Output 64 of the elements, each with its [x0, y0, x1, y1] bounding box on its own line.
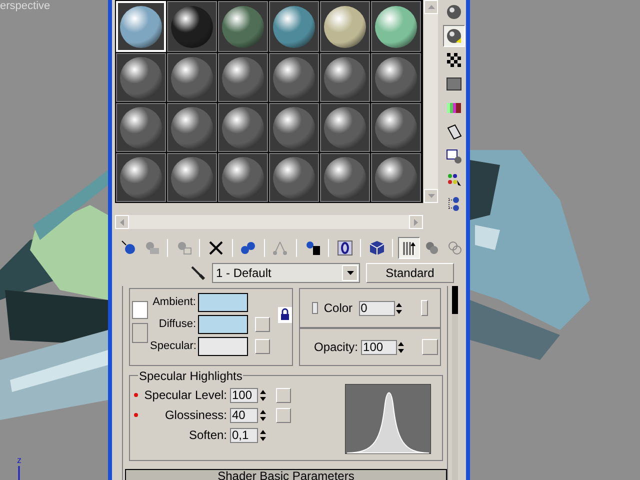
color-label: Specular:	[150, 339, 198, 354]
sample-slot[interactable]	[371, 1, 421, 52]
parameter-field[interactable]: 100	[230, 388, 258, 402]
sample-slot[interactable]	[269, 53, 319, 102]
sample-slot[interactable]	[371, 53, 421, 102]
sample-slot[interactable]	[269, 103, 319, 152]
sample-slot[interactable]	[371, 103, 421, 152]
sample-slot[interactable]	[116, 153, 166, 202]
parameter-label: Soften:	[188, 427, 228, 444]
sample-slot[interactable]	[218, 1, 268, 52]
scroll-up-icon[interactable]	[424, 0, 438, 14]
self-illumination-label: Color	[324, 300, 353, 317]
material-type-button[interactable]: Standard	[366, 263, 454, 283]
material-name-field[interactable]: 1 - Default	[212, 263, 360, 283]
map-button[interactable]	[276, 388, 291, 402]
rollout-header[interactable]: Shader Basic Parameters	[125, 469, 447, 480]
axis-label: z	[17, 455, 22, 465]
parameter-label: Specular Level:	[143, 387, 228, 404]
dropdown-icon[interactable]	[342, 265, 358, 281]
color-swatch[interactable]	[198, 337, 248, 356]
map-button[interactable]	[420, 300, 428, 316]
sample-slot[interactable]	[167, 53, 217, 102]
sample-slot[interactable]	[371, 153, 421, 202]
sample-slot[interactable]	[218, 53, 268, 102]
sample-slot[interactable]	[167, 1, 217, 52]
eyedropper-icon[interactable]	[190, 265, 206, 281]
map-button[interactable]	[422, 339, 438, 355]
sample-slot[interactable]	[269, 153, 319, 202]
opacity-field[interactable]: 100	[361, 340, 398, 354]
map-button[interactable]	[276, 408, 291, 422]
viewport-label: erspective	[0, 0, 50, 14]
parameter-label: Glossiness:	[164, 407, 228, 424]
diffuse-lock-button[interactable]	[132, 323, 148, 343]
sample-slot[interactable]	[218, 103, 268, 152]
sample-slot[interactable]	[167, 103, 217, 152]
opacity-label: Opacity:	[314, 339, 358, 356]
sample-slot[interactable]	[320, 153, 370, 202]
color-swatch[interactable]	[198, 315, 248, 334]
sample-slot[interactable]	[320, 103, 370, 152]
parameter-field[interactable]: 0,1	[230, 428, 258, 442]
lock-icon[interactable]	[278, 307, 292, 323]
parameter-field[interactable]: 40	[230, 408, 258, 422]
sample-slot[interactable]	[320, 53, 370, 102]
vertical-scrollbar[interactable]	[424, 0, 438, 203]
map-button[interactable]	[255, 317, 270, 332]
panel-scrollbar[interactable]	[452, 286, 458, 480]
scroll-down-icon[interactable]	[424, 189, 438, 203]
sample-slot[interactable]	[116, 53, 166, 102]
color-swatch[interactable]	[198, 293, 248, 312]
horizontal-scrollbar[interactable]	[115, 215, 423, 229]
scroll-left-icon[interactable]	[115, 215, 129, 229]
axis-icon	[18, 466, 20, 480]
color-label: Ambient:	[152, 295, 197, 310]
self-illumination-field[interactable]: 0	[358, 300, 395, 316]
checkbox[interactable]	[312, 302, 318, 314]
color-label: Diffuse:	[158, 317, 197, 332]
map-button[interactable]	[255, 339, 270, 354]
sample-slot[interactable]	[116, 103, 166, 152]
sample-slot[interactable]	[320, 1, 370, 52]
sample-slot[interactable]	[167, 153, 217, 202]
ambient-lock-button[interactable]	[132, 301, 148, 319]
sample-slot[interactable]	[269, 1, 319, 52]
scroll-right-icon[interactable]	[409, 215, 423, 229]
sample-slot[interactable]	[218, 153, 268, 202]
